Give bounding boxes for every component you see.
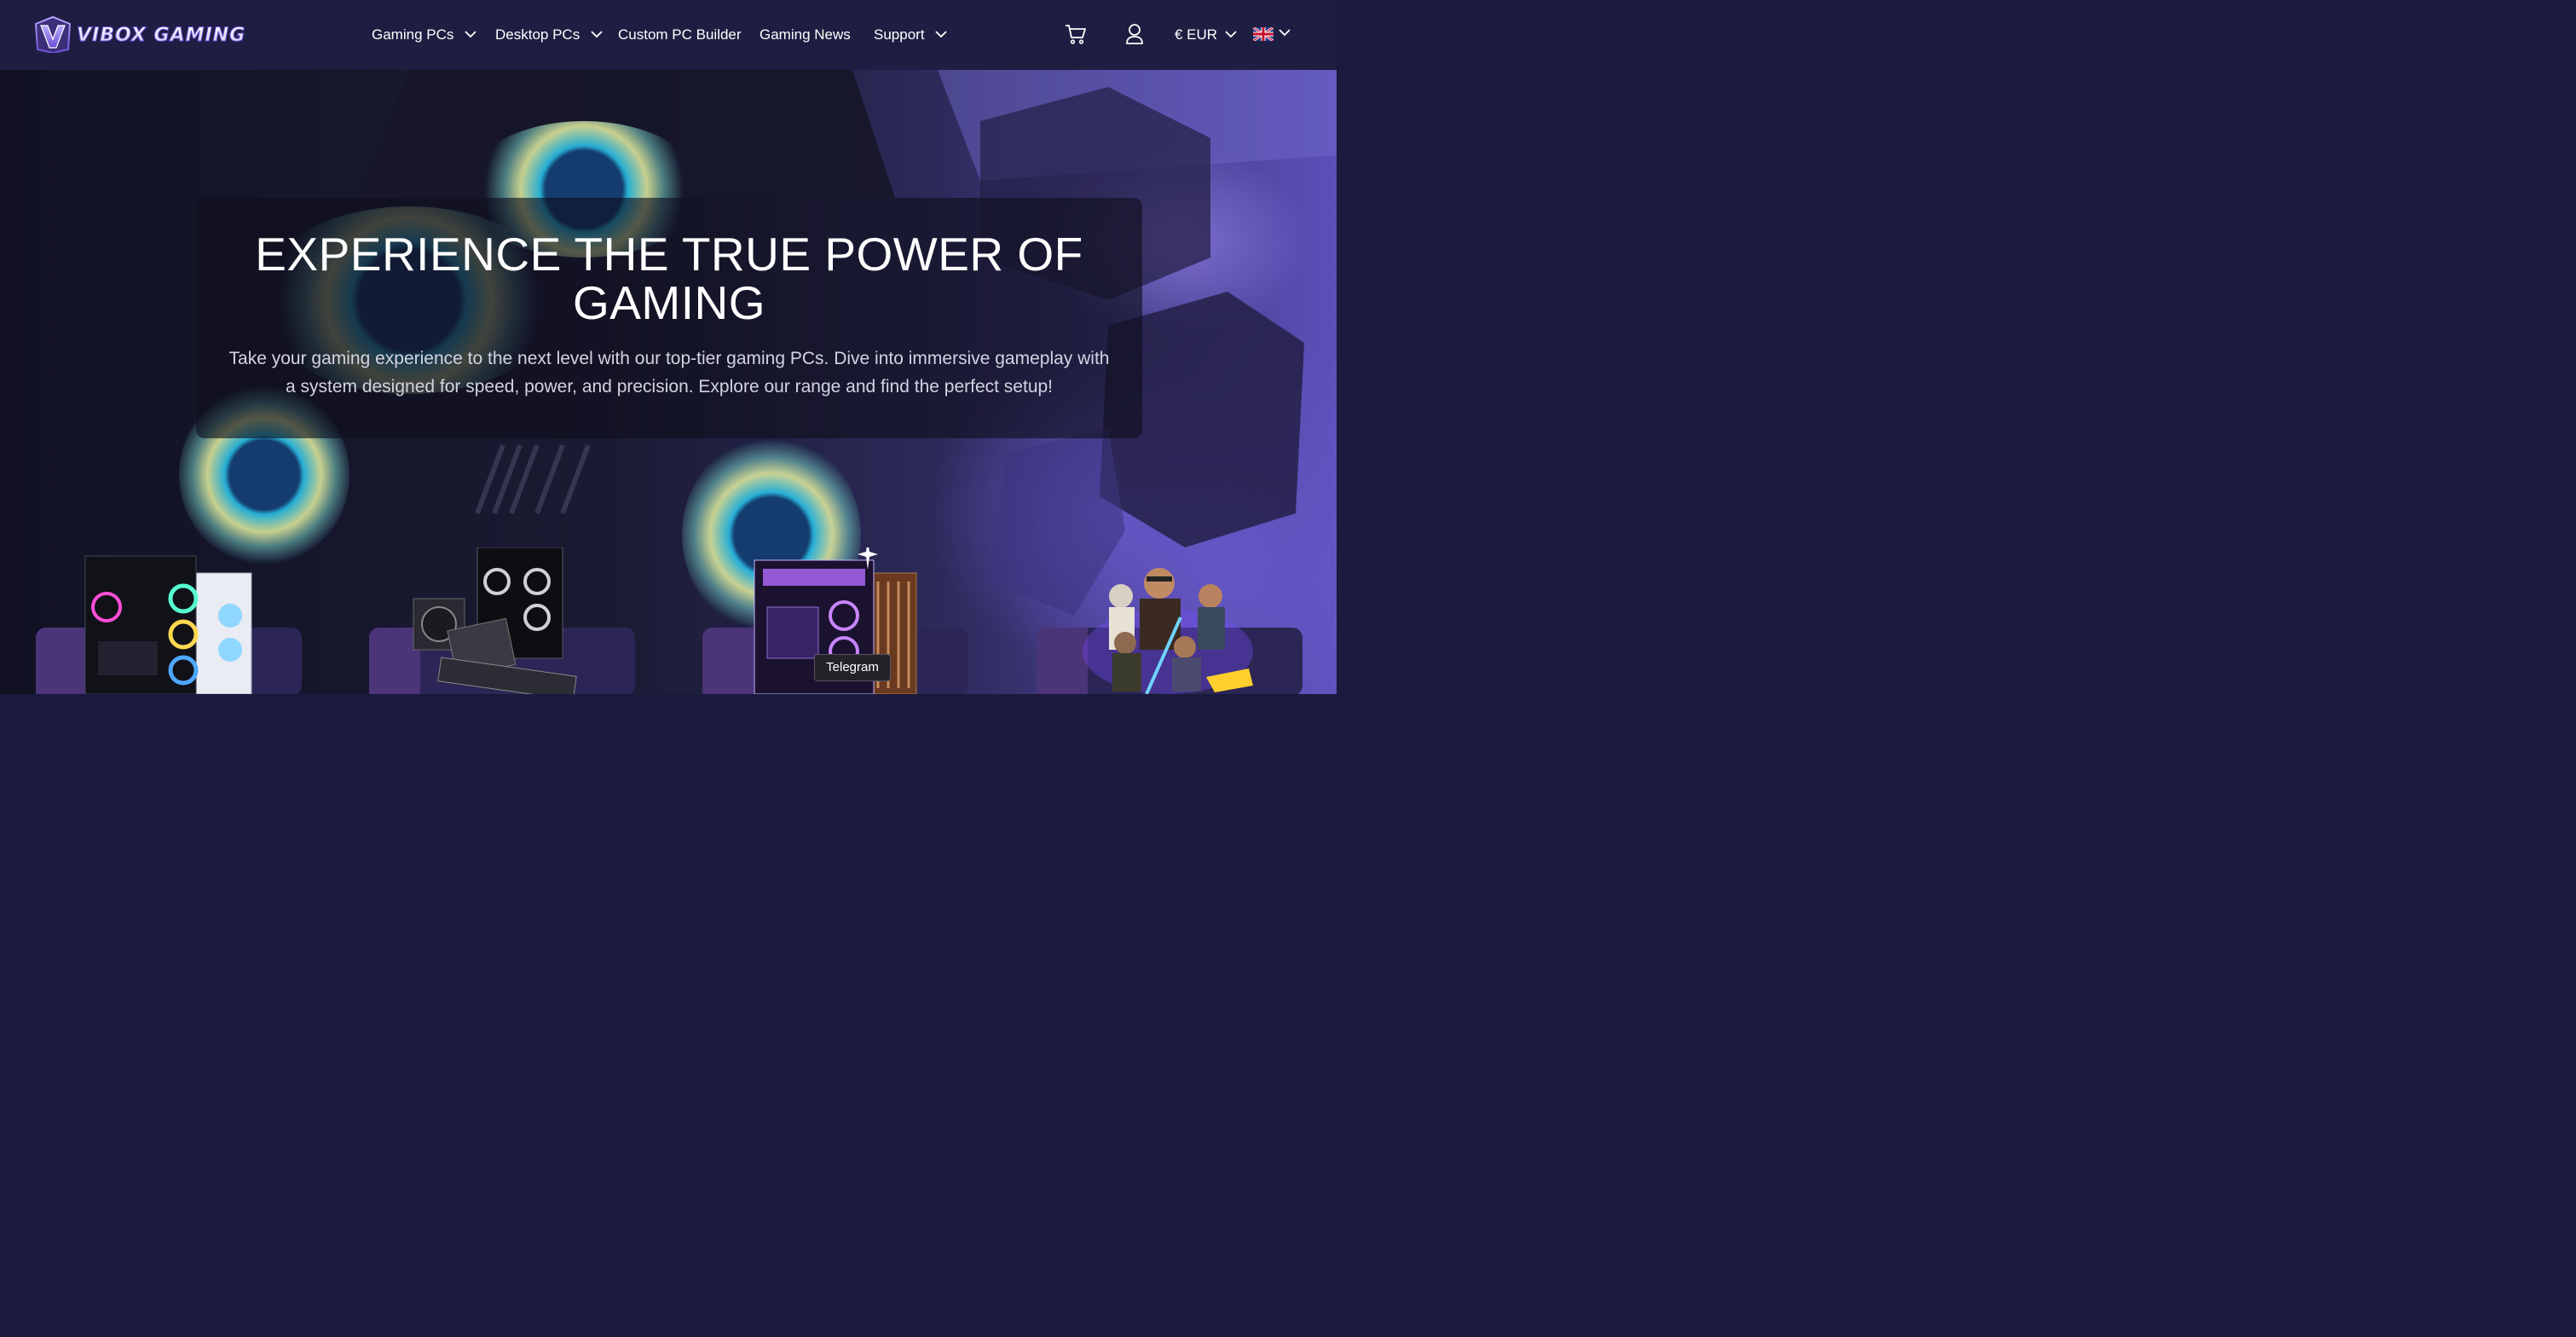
chevron-down-icon [591,31,603,38]
uk-flag-icon [1252,26,1274,43]
nav-support-label: Support [874,26,925,43]
chevron-down-icon [465,31,477,38]
nav-gaming-news[interactable]: Gaming News [760,26,851,44]
pc-components-image [413,547,577,694]
telegram-tooltip: Telegram [814,654,891,681]
user-icon[interactable] [1125,23,1144,45]
currency-selector[interactable]: € EUR [1175,26,1237,44]
hero-text-panel: EXPERIENCE THE TRUE POWER OF GAMING Take… [196,198,1142,438]
chevron-down-icon [935,31,947,38]
nav-custom-pc-builder-label: Custom PC Builder [618,26,742,43]
nav-support[interactable]: Support [874,26,947,44]
games-characters-image [1083,568,1253,694]
nav-gaming-pcs-label: Gaming PCs [372,26,454,43]
vibox-logo-icon: VIBOX GAMING [34,15,245,53]
chevron-down-icon [1279,29,1291,37]
hero-title: EXPERIENCE THE TRUE POWER OF GAMING [255,228,1083,329]
cart-icon[interactable] [1065,23,1087,45]
hero-banner: EXPERIENCE THE TRUE POWER OF GAMING Take… [0,70,1337,694]
nav-custom-pc-builder[interactable]: Custom PC Builder [618,26,742,44]
nav-desktop-pcs-label: Desktop PCs [495,26,580,43]
nav-desktop-pcs[interactable]: Desktop PCs [495,26,603,44]
nav-gaming-pcs[interactable]: Gaming PCs [372,26,477,44]
hero-description: Take your gaming experience to the next … [228,349,1110,396]
currency-label: € EUR [1175,26,1218,43]
svg-text:VIBOX GAMING: VIBOX GAMING [77,25,245,46]
nav-gaming-news-label: Gaming News [760,26,851,43]
language-selector[interactable] [1252,26,1291,45]
chevron-down-icon [1225,31,1237,38]
gaming-pc-cases-image [84,555,252,694]
brand-logo[interactable]: VIBOX GAMING [34,15,264,53]
card-accent [702,628,754,694]
site-header: VIBOX GAMING Gaming PCs Desktop PCs Cust… [0,0,1337,70]
card-accent [36,628,87,694]
